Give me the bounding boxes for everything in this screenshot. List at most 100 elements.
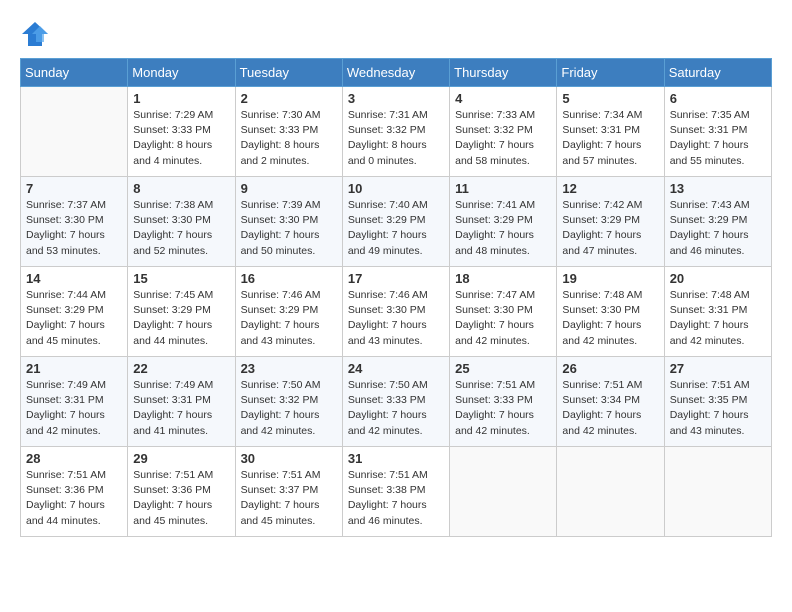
day-info: Sunrise: 7:46 AMSunset: 3:30 PMDaylight:… xyxy=(348,288,444,349)
calendar-day-cell: 13Sunrise: 7:43 AMSunset: 3:29 PMDayligh… xyxy=(664,177,771,267)
calendar-day-cell: 2 Sunrise: 7:30 AMSunset: 3:33 PMDaylight… xyxy=(235,87,342,177)
day-number: 31 xyxy=(348,451,444,466)
day-info: Sunrise: 7:33 AMSunset: 3:32 PMDaylight:… xyxy=(455,108,551,169)
calendar-day-cell: 29 Sunrise: 7:51 AMSunset: 3:36 PMDayligh… xyxy=(128,447,235,537)
calendar-day-cell: 23Sunrise: 7:50 AMSunset: 3:32 PMDayligh… xyxy=(235,357,342,447)
day-info: Sunrise: 7:51 AMSunset: 3:33 PMDaylight:… xyxy=(455,378,551,439)
day-info: Sunrise: 7:38 AMSunset: 3:30 PMDaylight:… xyxy=(133,198,229,259)
day-number: 17 xyxy=(348,271,444,286)
calendar-day-cell xyxy=(21,87,128,177)
calendar-day-cell: 26 Sunrise: 7:51 AMSunset: 3:34 PMDayligh… xyxy=(557,357,664,447)
calendar-day-cell: 11 Sunrise: 7:41 AMSunset: 3:29 PMDayligh… xyxy=(450,177,557,267)
calendar-day-cell: 6 Sunrise: 7:35 AMSunset: 3:31 PMDaylight… xyxy=(664,87,771,177)
day-number: 30 xyxy=(241,451,337,466)
calendar-week-row: 1 Sunrise: 7:29 AMSunset: 3:33 PMDaylight… xyxy=(21,87,772,177)
day-info: Sunrise: 7:39 AMSunset: 3:30 PMDaylight:… xyxy=(241,198,337,259)
day-info: Sunrise: 7:31 AMSunset: 3:32 PMDaylight:… xyxy=(348,108,444,169)
calendar-day-cell: 28Sunrise: 7:51 AMSunset: 3:36 PMDayligh… xyxy=(21,447,128,537)
calendar-day-cell: 15Sunrise: 7:45 AMSunset: 3:29 PMDayligh… xyxy=(128,267,235,357)
day-number: 21 xyxy=(26,361,122,376)
calendar-day-cell xyxy=(557,447,664,537)
calendar-day-cell: 21Sunrise: 7:49 AMSunset: 3:31 PMDayligh… xyxy=(21,357,128,447)
calendar-day-cell: 16 Sunrise: 7:46 AMSunset: 3:29 PMDayligh… xyxy=(235,267,342,357)
day-number: 26 xyxy=(562,361,658,376)
day-number: 13 xyxy=(670,181,766,196)
calendar-day-cell xyxy=(664,447,771,537)
day-info: Sunrise: 7:40 AMSunset: 3:29 PMDaylight:… xyxy=(348,198,444,259)
calendar: SundayMondayTuesdayWednesdayThursdayFrid… xyxy=(20,58,772,537)
calendar-week-row: 7 Sunrise: 7:37 AMSunset: 3:30 PMDaylight… xyxy=(21,177,772,267)
day-info: Sunrise: 7:49 AMSunset: 3:31 PMDaylight:… xyxy=(133,378,229,439)
day-header-thursday: Thursday xyxy=(450,59,557,87)
calendar-day-cell: 22 Sunrise: 7:49 AMSunset: 3:31 PMDayligh… xyxy=(128,357,235,447)
calendar-day-cell: 24Sunrise: 7:50 AMSunset: 3:33 PMDayligh… xyxy=(342,357,449,447)
day-number: 5 xyxy=(562,91,658,106)
calendar-week-row: 14Sunrise: 7:44 AMSunset: 3:29 PMDayligh… xyxy=(21,267,772,357)
day-number: 12 xyxy=(562,181,658,196)
calendar-day-cell: 20Sunrise: 7:48 AMSunset: 3:31 PMDayligh… xyxy=(664,267,771,357)
calendar-day-cell: 31 Sunrise: 7:51 AMSunset: 3:38 PMDayligh… xyxy=(342,447,449,537)
calendar-day-cell: 19 Sunrise: 7:48 AMSunset: 3:30 PMDayligh… xyxy=(557,267,664,357)
day-number: 4 xyxy=(455,91,551,106)
calendar-day-cell: 1 Sunrise: 7:29 AMSunset: 3:33 PMDaylight… xyxy=(128,87,235,177)
day-number: 20 xyxy=(670,271,766,286)
day-number: 1 xyxy=(133,91,229,106)
day-number: 7 xyxy=(26,181,122,196)
calendar-day-cell: 8 Sunrise: 7:38 AMSunset: 3:30 PMDaylight… xyxy=(128,177,235,267)
day-number: 29 xyxy=(133,451,229,466)
day-info: Sunrise: 7:46 AMSunset: 3:29 PMDaylight:… xyxy=(241,288,337,349)
day-number: 14 xyxy=(26,271,122,286)
day-header-sunday: Sunday xyxy=(21,59,128,87)
day-header-friday: Friday xyxy=(557,59,664,87)
day-info: Sunrise: 7:45 AMSunset: 3:29 PMDaylight:… xyxy=(133,288,229,349)
day-info: Sunrise: 7:29 AMSunset: 3:33 PMDaylight:… xyxy=(133,108,229,169)
day-info: Sunrise: 7:51 AMSunset: 3:36 PMDaylight:… xyxy=(133,468,229,529)
day-number: 3 xyxy=(348,91,444,106)
day-info: Sunrise: 7:42 AMSunset: 3:29 PMDaylight:… xyxy=(562,198,658,259)
calendar-week-row: 28 Sunrise: 7:51 AMSunset: 3:36 PMDayligh… xyxy=(21,447,772,537)
day-number: 9 xyxy=(241,181,337,196)
day-number: 8 xyxy=(133,181,229,196)
calendar-day-cell: 30 Sunrise: 7:51 AMSunset: 3:37 PMDayligh… xyxy=(235,447,342,537)
calendar-day-cell: 9 Sunrise: 7:39 AMSunset: 3:30 PMDaylight… xyxy=(235,177,342,267)
day-info: Sunrise: 7:30 AMSunset: 3:33 PMDaylight:… xyxy=(241,108,337,169)
calendar-day-cell: 4 Sunrise: 7:33 AMSunset: 3:32 PMDaylight… xyxy=(450,87,557,177)
calendar-week-row: 21 Sunrise: 7:49 AMSunset: 3:31 PMDayligh… xyxy=(21,357,772,447)
calendar-day-cell: 7 Sunrise: 7:37 AMSunset: 3:30 PMDaylight… xyxy=(21,177,128,267)
day-info: Sunrise: 7:34 AMSunset: 3:31 PMDaylight:… xyxy=(562,108,658,169)
calendar-day-cell xyxy=(450,447,557,537)
day-number: 6 xyxy=(670,91,766,106)
day-info: Sunrise: 7:50 AMSunset: 3:32 PMDaylight:… xyxy=(241,378,337,439)
calendar-day-cell: 14Sunrise: 7:44 AMSunset: 3:29 PMDayligh… xyxy=(21,267,128,357)
day-number: 11 xyxy=(455,181,551,196)
calendar-day-cell: 3 Sunrise: 7:31 AMSunset: 3:32 PMDaylight… xyxy=(342,87,449,177)
day-number: 19 xyxy=(562,271,658,286)
day-info: Sunrise: 7:51 AMSunset: 3:38 PMDaylight:… xyxy=(348,468,444,529)
day-number: 18 xyxy=(455,271,551,286)
day-header-saturday: Saturday xyxy=(664,59,771,87)
day-header-wednesday: Wednesday xyxy=(342,59,449,87)
calendar-day-cell: 10 Sunrise: 7:40 AMSunset: 3:29 PMDayligh… xyxy=(342,177,449,267)
day-number: 10 xyxy=(348,181,444,196)
header xyxy=(20,20,772,48)
day-info: Sunrise: 7:48 AMSunset: 3:30 PMDaylight:… xyxy=(562,288,658,349)
calendar-day-cell: 17 Sunrise: 7:46 AMSunset: 3:30 PMDayligh… xyxy=(342,267,449,357)
day-number: 28 xyxy=(26,451,122,466)
calendar-day-cell: 27Sunrise: 7:51 AMSunset: 3:35 PMDayligh… xyxy=(664,357,771,447)
day-number: 16 xyxy=(241,271,337,286)
day-info: Sunrise: 7:51 AMSunset: 3:35 PMDaylight:… xyxy=(670,378,766,439)
day-info: Sunrise: 7:37 AMSunset: 3:30 PMDaylight:… xyxy=(26,198,122,259)
day-info: Sunrise: 7:51 AMSunset: 3:34 PMDaylight:… xyxy=(562,378,658,439)
day-info: Sunrise: 7:51 AMSunset: 3:37 PMDaylight:… xyxy=(241,468,337,529)
day-number: 2 xyxy=(241,91,337,106)
day-info: Sunrise: 7:35 AMSunset: 3:31 PMDaylight:… xyxy=(670,108,766,169)
calendar-day-cell: 25Sunrise: 7:51 AMSunset: 3:33 PMDayligh… xyxy=(450,357,557,447)
calendar-day-cell: 5 Sunrise: 7:34 AMSunset: 3:31 PMDaylight… xyxy=(557,87,664,177)
calendar-day-cell: 18Sunrise: 7:47 AMSunset: 3:30 PMDayligh… xyxy=(450,267,557,357)
day-number: 24 xyxy=(348,361,444,376)
logo-icon xyxy=(20,20,50,48)
day-number: 22 xyxy=(133,361,229,376)
logo xyxy=(20,20,54,48)
calendar-header-row: SundayMondayTuesdayWednesdayThursdayFrid… xyxy=(21,59,772,87)
day-info: Sunrise: 7:41 AMSunset: 3:29 PMDaylight:… xyxy=(455,198,551,259)
